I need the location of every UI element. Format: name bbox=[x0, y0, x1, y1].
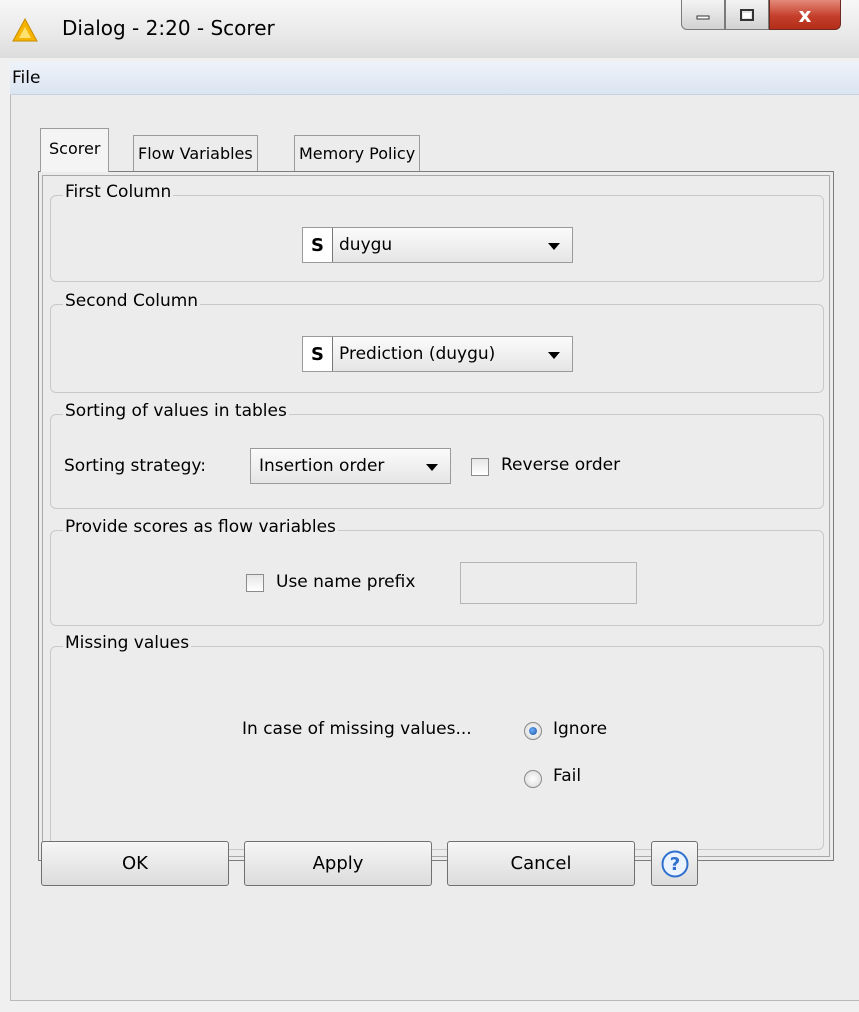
title-bar[interactable]: Dialog - 2:20 - Scorer x bbox=[0, 0, 859, 58]
apply-button[interactable]: Apply bbox=[244, 841, 432, 886]
tab-memory-policy[interactable]: Memory Policy bbox=[294, 135, 421, 171]
chevron-down-icon bbox=[548, 243, 560, 250]
help-icon: ? bbox=[661, 850, 688, 877]
ok-button[interactable]: OK bbox=[41, 841, 229, 886]
missing-values-prompt: In case of missing values... bbox=[242, 719, 472, 739]
string-type-icon: S bbox=[303, 337, 333, 371]
sorting-strategy-label: Sorting strategy: bbox=[64, 456, 206, 476]
group-flow-variables: Provide scores as flow variables bbox=[50, 517, 824, 626]
reverse-order-checkbox[interactable] bbox=[471, 458, 489, 476]
first-column-select[interactable]: S duygu bbox=[302, 227, 573, 263]
minimize-icon bbox=[696, 15, 710, 19]
svg-text:?: ? bbox=[669, 854, 679, 875]
menu-bar: File bbox=[10, 62, 859, 95]
window-controls: x bbox=[681, 0, 841, 34]
group-missing-values: Missing values bbox=[50, 633, 824, 850]
window-title: Dialog - 2:20 - Scorer bbox=[62, 16, 275, 40]
close-button[interactable]: x bbox=[769, 0, 841, 30]
close-icon: x bbox=[798, 2, 812, 27]
sorting-strategy-select[interactable]: Insertion order bbox=[250, 448, 451, 484]
sorting-strategy-value: Insertion order bbox=[259, 456, 385, 476]
radio-fail[interactable] bbox=[524, 770, 542, 788]
group-title-sorting: Sorting of values in tables bbox=[63, 401, 289, 421]
first-column-value: duygu bbox=[339, 235, 393, 255]
help-button[interactable]: ? bbox=[651, 841, 698, 886]
cancel-button[interactable]: Cancel bbox=[447, 841, 635, 886]
radio-fail-label: Fail bbox=[553, 766, 582, 786]
string-type-icon: S bbox=[303, 228, 333, 262]
tab-flow-variables[interactable]: Flow Variables bbox=[133, 135, 258, 171]
tab-scorer[interactable]: Scorer bbox=[40, 128, 110, 172]
chevron-down-icon bbox=[426, 464, 438, 471]
knime-warning-triangle-icon bbox=[12, 18, 38, 42]
group-title-missing-values: Missing values bbox=[63, 633, 192, 653]
use-name-prefix-label: Use name prefix bbox=[276, 572, 416, 592]
maximize-icon bbox=[740, 8, 754, 21]
use-name-prefix-checkbox[interactable] bbox=[246, 574, 264, 592]
radio-ignore[interactable] bbox=[524, 722, 542, 740]
chevron-down-icon bbox=[548, 352, 560, 359]
radio-ignore-label: Ignore bbox=[553, 719, 608, 739]
menu-file[interactable]: File bbox=[12, 68, 40, 88]
dialog-window: Dialog - 2:20 - Scorer x File Scorer Flo… bbox=[0, 0, 859, 1012]
name-prefix-input[interactable] bbox=[460, 562, 637, 604]
reverse-order-label: Reverse order bbox=[501, 455, 621, 475]
second-column-select[interactable]: S Prediction (duygu) bbox=[302, 336, 573, 372]
maximize-button[interactable] bbox=[725, 0, 769, 30]
minimize-button[interactable] bbox=[681, 0, 725, 30]
group-title-flow-variables: Provide scores as flow variables bbox=[63, 517, 338, 537]
second-column-value: Prediction (duygu) bbox=[339, 344, 496, 364]
group-title-first-column: First Column bbox=[63, 182, 174, 202]
group-title-second-column: Second Column bbox=[63, 291, 201, 311]
